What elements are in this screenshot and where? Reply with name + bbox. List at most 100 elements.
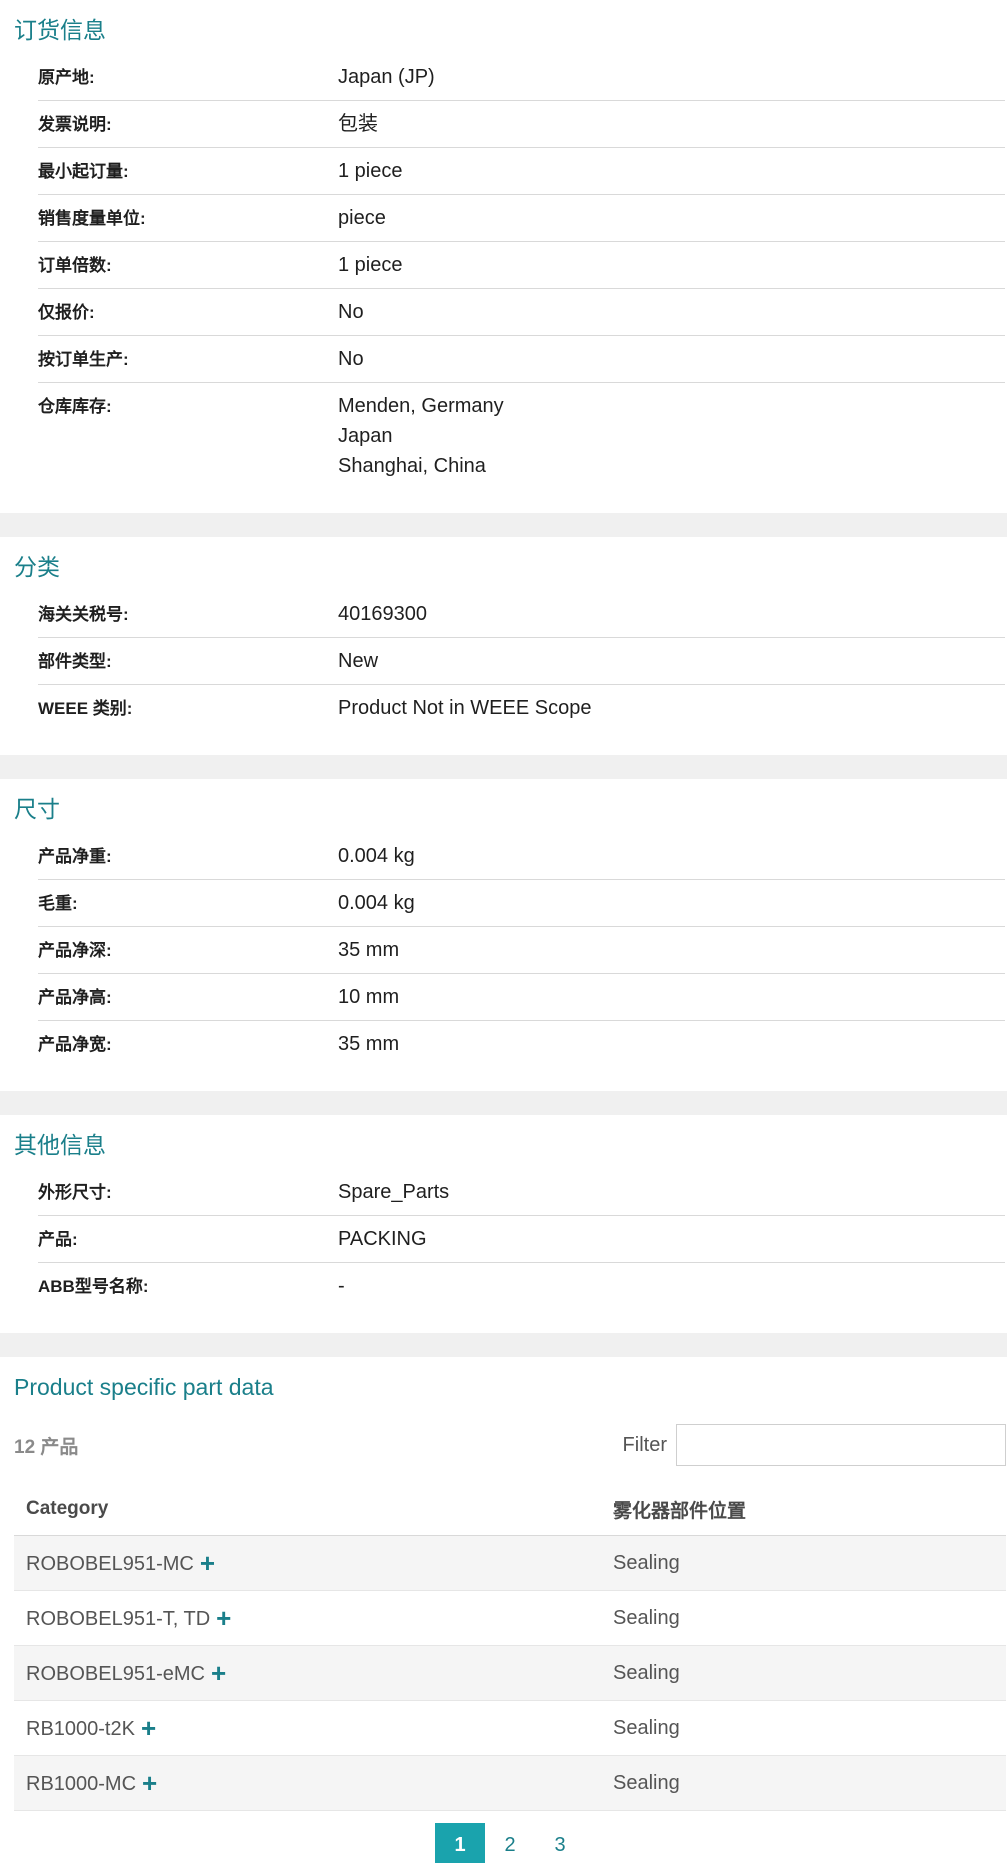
- category-text: ROBOBEL951-MC: [26, 1552, 194, 1575]
- info-label: 产品净宽:: [38, 1035, 112, 1054]
- info-value: Product Not in WEEE Scope: [338, 685, 591, 731]
- dimensions-title: 尺寸: [14, 796, 60, 822]
- info-label: 销售度量单位:: [38, 209, 146, 228]
- info-value-line: 35 mm: [338, 1033, 400, 1055]
- info-label: 订单倍数:: [38, 256, 112, 275]
- info-row: 仅报价: No: [38, 289, 1005, 336]
- info-value: 40169300: [338, 591, 427, 637]
- info-label: ABB型号名称:: [38, 1277, 149, 1296]
- info-label: 毛重:: [38, 894, 78, 913]
- other-info-table: 外形尺寸: Spare_Parts 产品: PACKING ABB型号名称: -: [38, 1169, 1005, 1309]
- info-value: -: [338, 1263, 345, 1309]
- category-text: RB1000-MC: [26, 1772, 137, 1795]
- expand-plus-icon[interactable]: +: [216, 1603, 231, 1634]
- expand-plus-icon[interactable]: +: [200, 1548, 215, 1579]
- info-row: 最小起订量: 1 piece: [38, 148, 1005, 195]
- info-value-line: Spare_Parts: [338, 1181, 450, 1203]
- info-row: 发票说明: 包装: [38, 101, 1005, 148]
- info-row: 订单倍数: 1 piece: [38, 242, 1005, 289]
- column-header-position[interactable]: 雾化器部件位置: [601, 1483, 1006, 1536]
- category-text: ROBOBEL951-T, TD: [26, 1607, 211, 1630]
- table-row: RB1000-MC + Sealing: [14, 1755, 1006, 1811]
- category-cell: RB1000-MC +: [14, 1755, 601, 1811]
- info-value: 1 piece: [338, 242, 403, 288]
- dimensions-table: 产品净重: 0.004 kg 毛重: 0.004 kg 产品净深: 35 mm 产品净高: 1…: [38, 833, 1005, 1067]
- table-body: ROBOBEL951-MC + Sealing ROBOBEL951-T, TD + Se…: [14, 1535, 1006, 1811]
- info-row: 海关关税号: 40169300: [38, 591, 1005, 638]
- info-value-line: Product Not in WEEE Scope: [338, 697, 592, 719]
- info-value-line: PACKING: [338, 1228, 427, 1250]
- info-value-line: -: [338, 1275, 345, 1297]
- info-label: 部件类型:: [38, 652, 112, 671]
- info-label: 产品:: [38, 1230, 78, 1249]
- ordering-title: 订货信息: [14, 17, 106, 43]
- info-label: 仓库库存:: [38, 397, 112, 416]
- category-text: ROBOBEL951-eMC: [26, 1662, 205, 1685]
- table-row: ROBOBEL951-eMC + Sealing: [14, 1645, 1006, 1701]
- expand-plus-icon[interactable]: +: [141, 1713, 156, 1744]
- info-value-line: Japan (JP): [338, 66, 435, 88]
- product-detail-page: 订货信息 原产地: Japan (JP) 发票说明: 包装最小起订量: 1 piece 销…: [0, 0, 1007, 1863]
- ordering-section: 订货信息 原产地: Japan (JP) 发票说明: 包装最小起订量: 1 piece 销…: [0, 0, 1007, 513]
- info-value: Spare_Parts: [338, 1169, 449, 1215]
- column-header-category[interactable]: Category: [14, 1483, 601, 1536]
- info-row: 部件类型: New: [38, 638, 1005, 685]
- product-specific-table: Category 雾化器部件位置 ROBOBEL951-MC + Sealing RO…: [14, 1483, 1006, 1811]
- expand-plus-icon[interactable]: +: [142, 1768, 157, 1799]
- table-row: ROBOBEL951-MC + Sealing: [14, 1535, 1006, 1591]
- info-value-line: Shanghai, China: [338, 455, 486, 477]
- info-value-line: Japan: [338, 425, 393, 447]
- section-divider: [0, 755, 1007, 779]
- category-cell: RB1000-t2K +: [14, 1700, 601, 1756]
- info-value-line: 10 mm: [338, 986, 400, 1008]
- product-specific-title: Product specific part data: [14, 1374, 274, 1400]
- info-value-line: No: [338, 348, 364, 370]
- info-row: 产品净重: 0.004 kg: [38, 833, 1005, 880]
- dimensions-section: 尺寸 产品净重: 0.004 kg 毛重: 0.004 kg 产品净深: 35 mm 产品净…: [0, 779, 1007, 1091]
- category-cell: ROBOBEL951-eMC +: [14, 1645, 601, 1701]
- info-label: 产品净深:: [38, 941, 112, 960]
- category-text: RB1000-t2K: [26, 1717, 135, 1740]
- info-label: 仅报价:: [38, 303, 95, 322]
- info-row: 仓库库存: Menden, Germany Japan Shanghai, China: [38, 383, 1005, 489]
- info-row: ABB型号名称: -: [38, 1263, 1005, 1309]
- info-value-line: 1 piece: [338, 160, 403, 182]
- other-info-section: 其他信息 外形尺寸: Spare_Parts 产品: PACKING ABB型号名称: -: [0, 1115, 1007, 1333]
- filter-input[interactable]: [676, 1424, 1006, 1466]
- section-divider: [0, 1091, 1007, 1115]
- info-row: 产品净高: 10 mm: [38, 974, 1005, 1021]
- info-label: 最小起订量:: [38, 162, 129, 181]
- info-row: 产品净宽: 35 mm: [38, 1021, 1005, 1067]
- info-value: Japan (JP): [338, 54, 435, 100]
- position-cell: Sealing: [601, 1755, 1006, 1811]
- page-button-3[interactable]: 3: [535, 1823, 585, 1863]
- classification-table: 海关关税号: 40169300 部件类型: New WEEE 类别: Product No…: [38, 591, 1005, 731]
- info-value: 0.004 kg: [338, 833, 415, 879]
- info-value: 10 mm: [338, 974, 399, 1020]
- info-value-line: piece: [338, 207, 386, 229]
- position-cell: Sealing: [601, 1645, 1006, 1701]
- info-label: 外形尺寸:: [38, 1183, 112, 1202]
- info-label: 产品净重:: [38, 847, 112, 866]
- info-row: 原产地: Japan (JP): [38, 54, 1005, 101]
- table-row: ROBOBEL951-T, TD + Sealing: [14, 1590, 1006, 1646]
- expand-plus-icon[interactable]: +: [211, 1658, 226, 1689]
- category-cell: ROBOBEL951-MC +: [14, 1535, 601, 1591]
- info-value: New: [338, 638, 378, 684]
- pagination: 123: [14, 1823, 1006, 1863]
- category-cell: ROBOBEL951-T, TD +: [14, 1590, 601, 1646]
- info-label: 产品净高:: [38, 988, 112, 1007]
- classification-section: 分类 海关关税号: 40169300 部件类型: New WEEE 类别: Product…: [0, 537, 1007, 755]
- info-value-line: 0.004 kg: [338, 892, 415, 914]
- info-label: WEEE 类别:: [38, 699, 133, 718]
- info-row: 按订单生产: No: [38, 336, 1005, 383]
- info-row: 产品净深: 35 mm: [38, 927, 1005, 974]
- info-label: 原产地:: [38, 68, 95, 87]
- product-specific-toolbar: 12 产品 Filter: [14, 1421, 1006, 1469]
- position-cell: Sealing: [601, 1535, 1006, 1591]
- info-row: WEEE 类别: Product Not in WEEE Scope: [38, 685, 1005, 731]
- info-value-line: 1 piece: [338, 254, 403, 276]
- page-button-1[interactable]: 1: [435, 1823, 485, 1863]
- info-value: No: [338, 336, 364, 382]
- page-button-2[interactable]: 2: [485, 1823, 535, 1863]
